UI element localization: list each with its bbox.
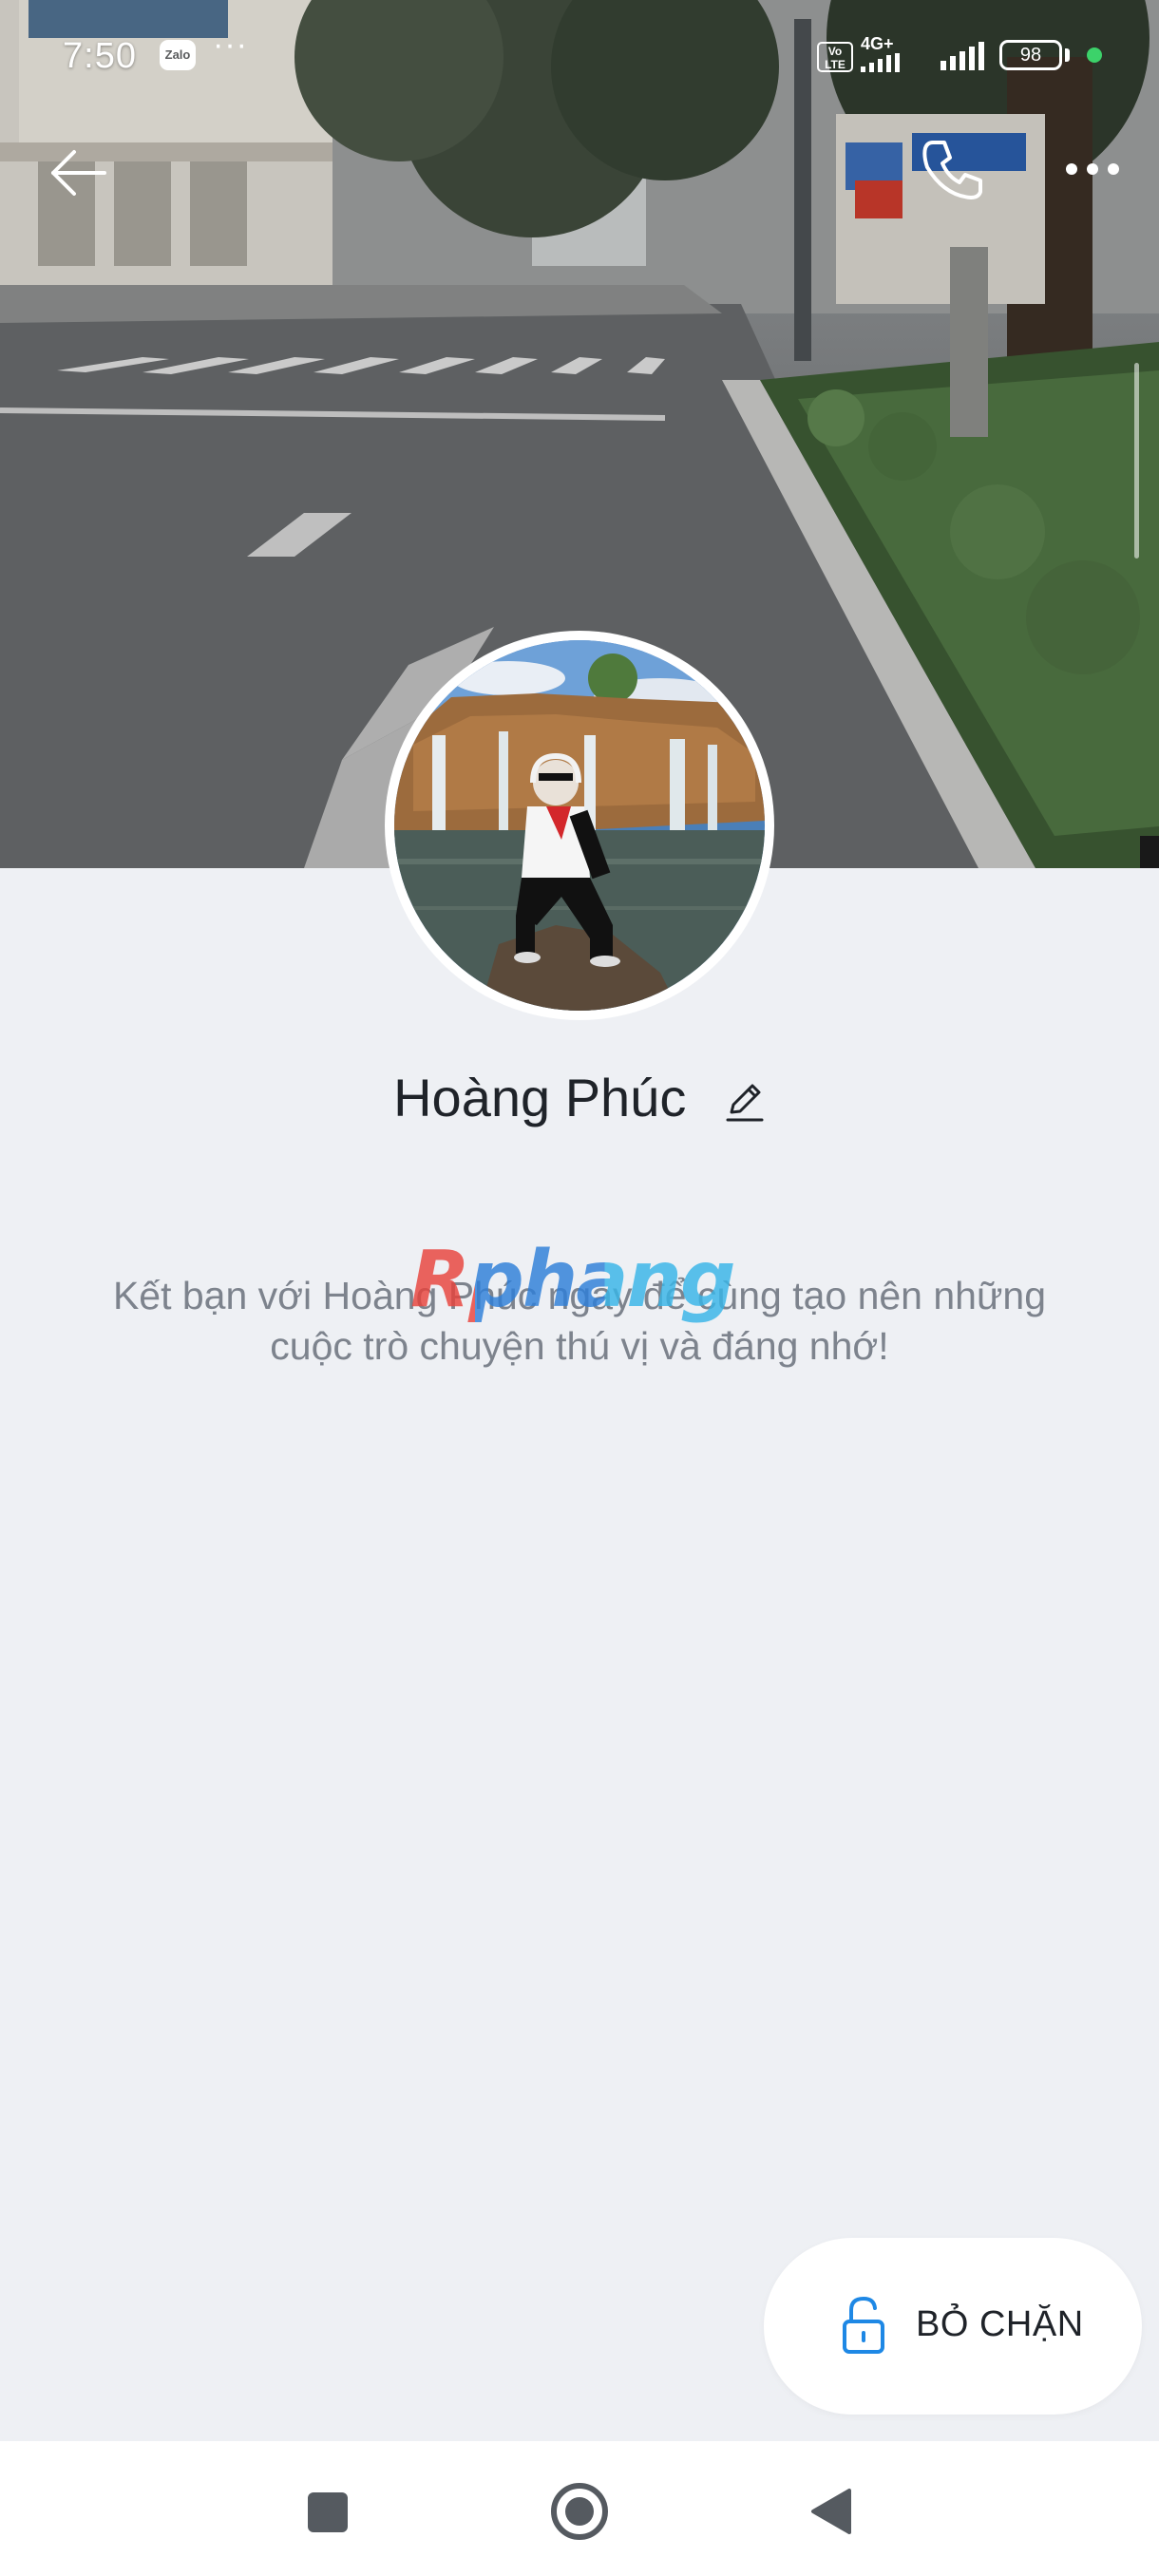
unblock-label: BỎ CHẶN [916, 2304, 1084, 2344]
unblock-button[interactable]: BỎ CHẶN [764, 2238, 1142, 2415]
triangle-back-icon [811, 2489, 851, 2534]
call-button[interactable] [912, 129, 992, 209]
signal-icon-2 [940, 42, 984, 70]
more-horizontal-icon [1066, 163, 1119, 175]
arrow-left-icon [51, 150, 106, 196]
zalo-notification-icon: Zalo [160, 40, 196, 70]
network-type: 4G+ [861, 34, 894, 53]
avatar-image [394, 640, 765, 1011]
profile-name: Hoàng Phúc [393, 1067, 687, 1127]
avatar[interactable] [385, 631, 774, 1020]
battery-cap [1065, 48, 1070, 62]
volte-icon: Vo LTE [817, 42, 853, 72]
status-bar: 7:50 Zalo ··· Vo LTE 4G+ 98 [0, 0, 1159, 114]
status-time: 7:50 [63, 36, 137, 76]
system-nav-bar [0, 2441, 1159, 2576]
scroll-indicator [1134, 363, 1139, 559]
nav-recents-button[interactable] [294, 2479, 361, 2546]
more-options-button[interactable] [1053, 129, 1132, 209]
phone-icon [922, 141, 982, 199]
signal-icon-1 [861, 53, 900, 72]
profile-name-row: Hoàng Phúc [0, 1062, 1159, 1128]
nav-home-button[interactable] [543, 2475, 616, 2548]
status-more-dots: ··· [213, 27, 248, 63]
add-friend-invite-text: Kết bạn với Hoàng Phúc ngay để cùng tạo … [112, 1274, 1047, 1368]
back-button[interactable] [38, 133, 118, 213]
square-icon [308, 2492, 348, 2532]
circle-icon [551, 2483, 608, 2540]
nav-back-button[interactable] [798, 2477, 866, 2546]
privacy-indicator-dot [1087, 47, 1102, 63]
pencil-icon [726, 1084, 764, 1122]
unlock-icon [843, 2296, 884, 2354]
battery-icon: 98 [999, 40, 1062, 70]
edit-name-button[interactable] [724, 1074, 766, 1122]
